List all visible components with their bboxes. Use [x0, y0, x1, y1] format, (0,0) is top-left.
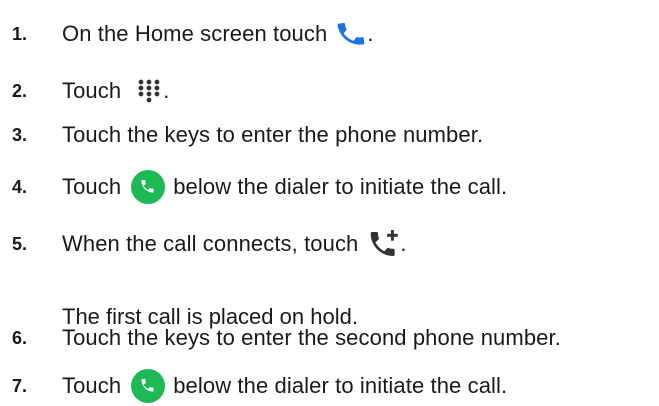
instruction-steps: 1. On the Home screen touch . 2. Touch . [0, 0, 659, 406]
dialpad-icon [137, 78, 161, 104]
step-1: 1. On the Home screen touch . [12, 14, 374, 54]
step-6: 6. Touch the keys to enter the second ph… [12, 318, 561, 358]
step-2: 2. Touch . [12, 71, 169, 111]
step-number: 3. [12, 124, 28, 145]
step-text: Touch the keys to enter the second phone… [62, 325, 561, 350]
add-call-icon [368, 228, 400, 260]
step-5: 5. When the call connects, touch . [12, 224, 407, 264]
step-number: 5. [12, 233, 28, 254]
step-number: 6. [12, 327, 28, 348]
step-text: Touch [62, 373, 122, 398]
step-text-end: . [367, 21, 374, 46]
step-number: 1. [12, 23, 28, 44]
step-number: 4. [12, 176, 28, 197]
step-text-end: . [400, 231, 407, 256]
step-text: Touch [62, 78, 122, 103]
step-text-end: . [163, 78, 170, 103]
step-text-end: below the dialer to initiate the call. [173, 373, 508, 398]
step-text: On the Home screen touch [62, 21, 328, 46]
step-text: Touch [62, 174, 122, 199]
step-3: 3. Touch the keys to enter the phone num… [12, 115, 483, 155]
step-7: 7. Touch below the dialer to initiate th… [12, 366, 507, 406]
step-text: Touch the keys to enter the phone number… [62, 122, 484, 147]
step-text-end: below the dialer to initiate the call. [173, 174, 508, 199]
phone-icon [335, 18, 367, 50]
step-4: 4. Touch below the dialer to initiate th… [12, 167, 507, 207]
step-text: When the call connects, touch [62, 231, 359, 256]
call-button-icon [131, 369, 166, 403]
step-number: 2. [12, 80, 28, 101]
step-number: 7. [12, 375, 28, 396]
call-button-icon [131, 170, 166, 204]
